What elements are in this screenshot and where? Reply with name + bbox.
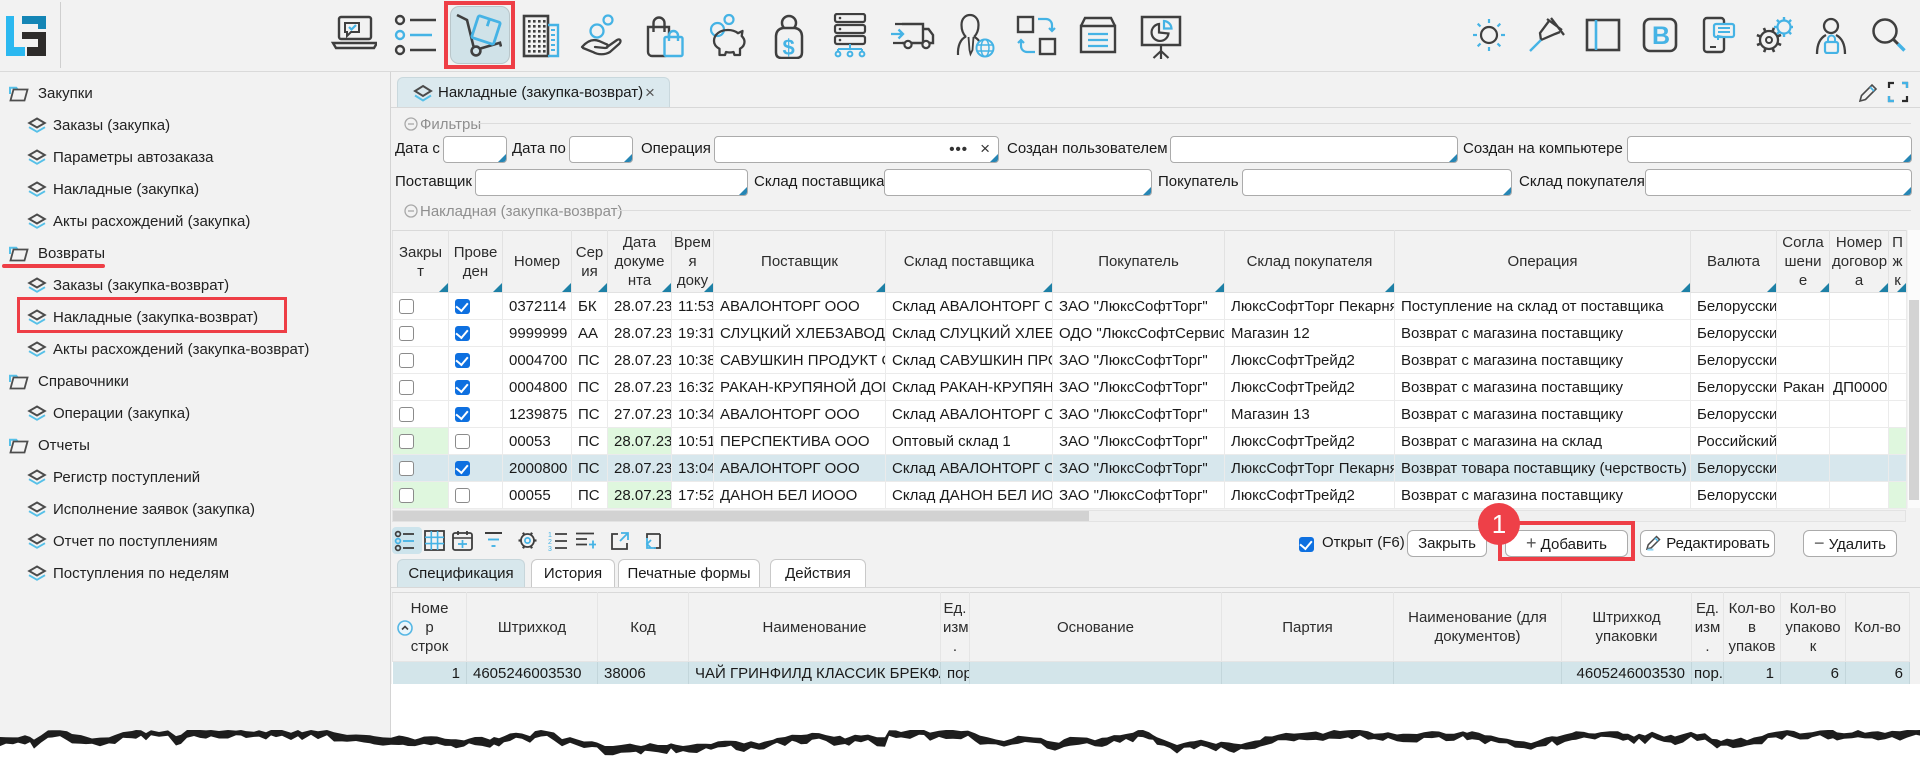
svg-text:3: 3: [548, 546, 552, 552]
svg-text:B: B: [1652, 22, 1670, 50]
svg-text:$: $: [783, 35, 795, 59]
svg-text:1: 1: [548, 532, 552, 539]
svg-text:2: 2: [548, 539, 552, 546]
